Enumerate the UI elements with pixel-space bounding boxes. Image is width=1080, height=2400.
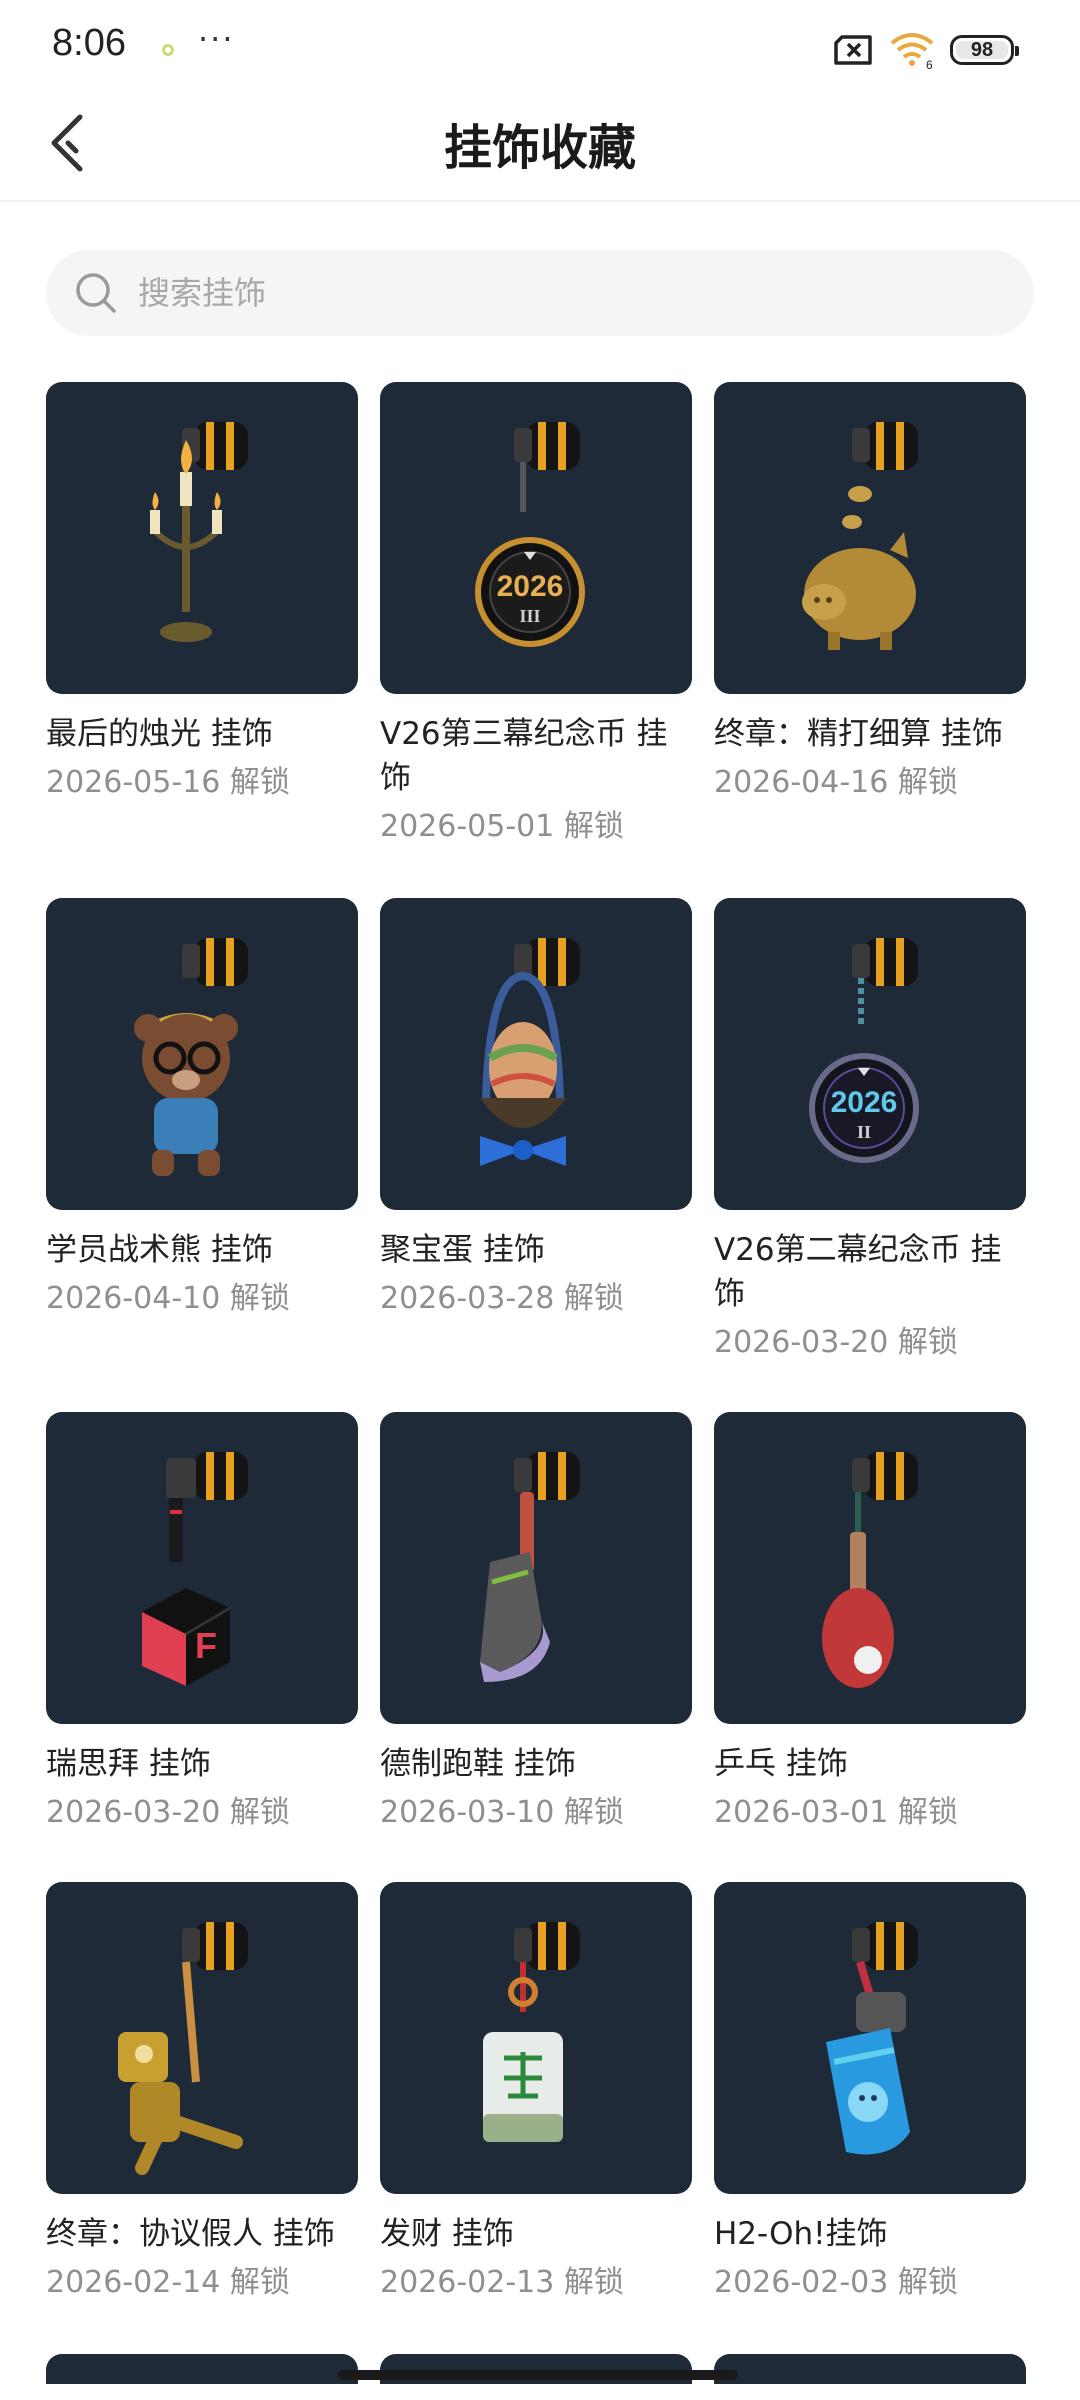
charm-card[interactable]: H2-Oh!挂饰 2026-02-03 解锁: [714, 1882, 1026, 2304]
charm-unlock-date: 2026-04-16 解锁: [714, 765, 958, 800]
charm-card[interactable]: 乒乓 挂饰 2026-03-01 解锁: [714, 1412, 1026, 1834]
coin-ii-charm-icon: 2026 II: [809, 938, 919, 1163]
charm-title: V26第二幕纪念币 挂饰: [714, 1232, 1002, 1312]
candelabra-charm-icon: [150, 422, 248, 642]
charm-title: V26第三幕纪念币 挂饰: [380, 716, 668, 796]
charm-thumbnail[interactable]: [46, 898, 358, 1210]
charm-thumbnail[interactable]: [380, 1412, 692, 1724]
charm-unlock-date: 2026-05-01 解锁: [380, 809, 624, 844]
battery-icon: 98: [950, 35, 1019, 65]
charm-unlock-date: 2026-02-14 解锁: [46, 2265, 290, 2300]
charm-title: 发财 挂饰: [380, 2216, 514, 2252]
status-icons: 6 98: [832, 30, 1019, 70]
charm-title: 终章：协议假人 挂饰: [46, 2216, 335, 2252]
charm-card[interactable]: F 瑞思拜 挂饰 2026-03-20 解锁: [46, 1412, 358, 1834]
charm-unlock-date: 2026-02-03 解锁: [714, 2265, 958, 2300]
charm-card[interactable]: 聚宝蛋 挂饰 2026-03-28 解锁: [380, 898, 692, 1320]
charm-title: 学员战术熊 挂饰: [46, 1232, 273, 1268]
charm-card[interactable]: 德制跑鞋 挂饰 2026-03-10 解锁: [380, 1412, 692, 1834]
charm-thumbnail-partial[interactable]: [46, 2354, 358, 2384]
charm-thumbnail[interactable]: [46, 382, 358, 694]
egg-basket-charm-icon: [480, 938, 580, 1166]
bear-charm-icon: [134, 938, 248, 1176]
charm-card[interactable]: 学员战术熊 挂饰 2026-04-10 解锁: [46, 898, 358, 1320]
more-notifications-icon: ···: [198, 20, 235, 58]
charm-card[interactable]: 终章：协议假人 挂饰 2026-02-14 解锁: [46, 1882, 358, 2304]
charm-thumbnail[interactable]: F: [46, 1412, 358, 1724]
page-title: 挂饰收藏: [443, 120, 636, 176]
home-indicator[interactable]: [338, 2370, 738, 2380]
charm-title: 最后的烛光 挂饰: [46, 716, 273, 752]
coin-iii-charm-icon: 2026 III: [475, 422, 585, 647]
charm-thumbnail[interactable]: [714, 1882, 1026, 2194]
svg-text:2026: 2026: [831, 1086, 898, 1119]
charm-thumbnail[interactable]: [380, 1882, 692, 2194]
status-bar: 8:06 ··· 6 98: [0, 0, 1080, 90]
sneaker-charm-icon: [480, 1452, 580, 1682]
search-bar[interactable]: [46, 250, 1034, 336]
charm-thumbnail[interactable]: [46, 1882, 358, 2194]
mahjong-tile-charm-icon: [483, 1922, 580, 2142]
charm-unlock-date: 2026-03-28 解锁: [380, 1281, 624, 1316]
ping-pong-charm-icon: [822, 1452, 918, 1688]
charm-thumbnail[interactable]: [380, 898, 692, 1210]
charm-card[interactable]: 终章：精打细算 挂饰 2026-04-16 解锁: [714, 382, 1026, 804]
charm-title: 德制跑鞋 挂饰: [380, 1746, 576, 1782]
charm-thumbnail[interactable]: [714, 1412, 1026, 1724]
header-bar: 挂饰收藏: [0, 90, 1080, 202]
svg-text:III: III: [519, 606, 540, 626]
charm-card[interactable]: 最后的烛光 挂饰 2026-05-16 解锁: [46, 382, 358, 804]
charm-thumbnail[interactable]: 2026 III: [380, 382, 692, 694]
notification-dot-icon: [162, 44, 174, 56]
charm-thumbnail[interactable]: [714, 382, 1026, 694]
search-input[interactable]: [138, 274, 938, 312]
cube-charm-icon: F: [142, 1452, 248, 1686]
charm-card[interactable]: 2026 II V26第二幕纪念币 挂饰 2026-03-20 解锁: [714, 898, 1026, 1364]
charm-unlock-date: 2026-05-16 解锁: [46, 765, 290, 800]
charm-card[interactable]: 发财 挂饰 2026-02-13 解锁: [380, 1882, 692, 2304]
status-time: 8:06: [52, 22, 126, 64]
charm-unlock-date: 2026-04-10 解锁: [46, 1281, 290, 1316]
charm-unlock-date: 2026-03-01 解锁: [714, 1795, 958, 1830]
charm-title: 瑞思拜 挂饰: [46, 1746, 211, 1782]
golden-pig-charm-icon: [802, 422, 918, 650]
charm-title: H2-Oh!挂饰: [714, 2216, 888, 2252]
charm-unlock-date: 2026-02-13 解锁: [380, 2265, 624, 2300]
charm-title: 聚宝蛋 挂饰: [380, 1232, 545, 1268]
battery-level: 98: [970, 38, 994, 61]
charm-title: 终章：精打细算 挂饰: [714, 716, 1003, 752]
golden-robot-charm-icon: [118, 1922, 248, 2175]
charm-card[interactable]: 2026 III V26第三幕纪念币 挂饰 2026-05-01 解锁: [380, 382, 692, 848]
search-icon: [76, 273, 116, 313]
wifi-icon: 6: [890, 33, 934, 69]
charm-thumbnail[interactable]: 2026 II: [714, 898, 1026, 1210]
svg-text:2026: 2026: [497, 570, 564, 603]
charm-title: 乒乓 挂饰: [714, 1746, 848, 1782]
water-bottle-charm-icon: [826, 1922, 918, 2155]
charm-thumbnail-partial[interactable]: [714, 2354, 1026, 2384]
charm-unlock-date: 2026-03-20 解锁: [714, 1325, 958, 1360]
svg-text:II: II: [857, 1122, 871, 1142]
no-sim-icon: [834, 35, 872, 65]
svg-text:6: 6: [926, 58, 933, 69]
svg-text:F: F: [195, 1625, 217, 1666]
charm-unlock-date: 2026-03-10 解锁: [380, 1795, 624, 1830]
charm-unlock-date: 2026-03-20 解锁: [46, 1795, 290, 1830]
